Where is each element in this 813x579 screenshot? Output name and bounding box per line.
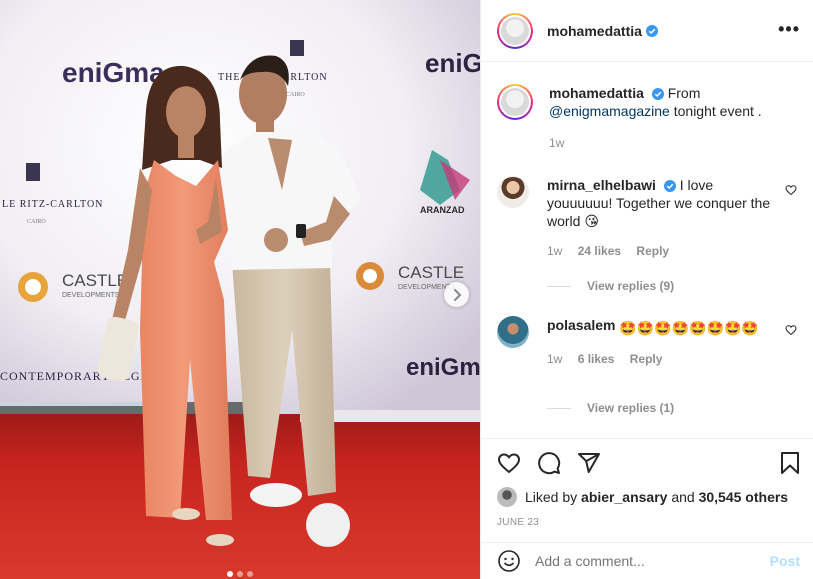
caption-text: From [667,85,701,101]
caption-text-after: tonight event . [673,103,762,119]
emoji-smiley-icon[interactable] [497,549,521,573]
comment-item: mirna_elhelbawi I love youuuuuu! Togethe… [497,176,797,260]
view-replies-label: View replies (9) [587,279,675,293]
carousel-indicator [0,571,480,577]
author-username[interactable]: mohamedattia [547,23,642,39]
comment-bubble-icon[interactable] [537,451,561,475]
verified-badge-icon [645,24,658,37]
comment-age: 1w [547,244,563,258]
comment-likes[interactable]: 6 likes [578,352,615,366]
next-photo-button[interactable] [444,282,469,307]
comment-age: 1w [547,352,563,366]
castle-logo-text-2: CASTLE [62,271,128,290]
castle-logo-text: CASTLE [398,263,464,282]
comment-likes[interactable]: 24 likes [578,244,621,258]
photo-scene: eniGma eniGma THE RITZ-CARLTON CAIRO LE … [0,0,480,579]
add-comment-bar: Post [481,542,813,579]
chevron-right-icon [453,288,461,301]
post-actions: Liked by abier_ansary and 30,545 others … [481,438,813,542]
liked-by-summary: Liked by abier_ansary and 30,545 others [497,487,788,507]
commenter-avatar[interactable] [497,316,529,348]
reply-button[interactable]: Reply [630,352,663,366]
commenter-avatar[interactable] [497,176,529,208]
ritz-cairo-text: CAIRO [286,92,305,98]
comment-item: polasalem 🤩🤩🤩🤩🤩🤩🤩🤩 1w 6 likes Reply [497,316,797,368]
castle-dev-text-2: DEVELOPMENTS [62,292,120,299]
like-heart-icon[interactable] [497,451,521,475]
verified-badge-icon [651,88,664,100]
comments-list[interactable]: mohamedattia From @enigmamagazine tonigh… [481,62,813,438]
aranzad-text: ARANZAD [420,205,465,215]
carousel-dot [237,571,243,577]
post-date[interactable]: JUNE 23 [497,517,539,528]
ritz-cairo-text-2: CAIRO [27,219,46,225]
post-comment-button[interactable]: Post [770,553,800,569]
like-comment-heart-icon[interactable] [785,184,797,196]
ritz-logo-text-2: LE RITZ-CARLTON [2,199,103,210]
enigma-logo-1: eniGma [62,57,165,88]
carousel-dot [227,571,233,577]
post-photo[interactable]: eniGma eniGma THE RITZ-CARLTON CAIRO LE … [0,0,480,579]
caption-mention[interactable]: @enigmamagazine [549,103,670,119]
enigma-logo-2: eniGma [425,48,480,78]
view-replies-button[interactable]: View replies (1) [547,401,674,415]
caption: mohamedattia From @enigmamagazine tonigh… [497,84,797,152]
comment-username[interactable]: polasalem [547,317,615,333]
carousel-dot [247,571,253,577]
author-avatar[interactable] [497,84,533,120]
more-options-button[interactable]: ••• [778,20,800,38]
comment-username[interactable]: mirna_elhelbawi [547,177,656,193]
like-comment-heart-icon[interactable] [785,324,797,336]
enigma-logo-3: eniGma [406,354,480,381]
liked-by-prefix: Liked by [525,489,578,505]
author-avatar[interactable] [497,12,533,49]
post-header: mohamedattia ••• [481,0,813,62]
add-comment-input[interactable] [535,553,770,569]
view-replies-label: View replies (1) [587,401,675,415]
save-bookmark-icon[interactable] [778,451,802,475]
post-side-panel: mohamedattia ••• mohamedattia From @enig… [480,0,813,579]
comment-text: 🤩🤩🤩🤩🤩🤩🤩🤩 [619,321,759,337]
liked-by-user[interactable]: abier_ansary [581,489,667,505]
share-paper-plane-icon[interactable] [577,451,601,475]
liker-avatar[interactable] [497,487,517,507]
verified-badge-icon [663,180,676,192]
view-replies-button[interactable]: View replies (9) [547,279,674,293]
reply-button[interactable]: Reply [636,244,669,258]
caption-username[interactable]: mohamedattia [549,85,644,101]
liked-by-others[interactable]: 30,545 others [699,489,789,505]
liked-by-and: and [671,489,695,505]
caption-age: 1w [549,136,565,150]
